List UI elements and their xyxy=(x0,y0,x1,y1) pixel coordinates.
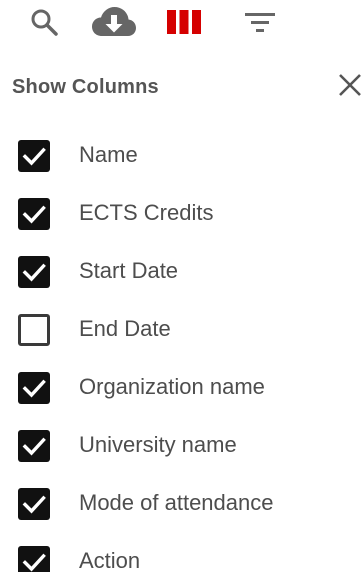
column-toggle-item[interactable]: University name xyxy=(0,416,361,474)
close-icon xyxy=(336,74,361,103)
table-toolbar xyxy=(0,0,361,46)
close-button[interactable] xyxy=(336,71,361,99)
checkbox-checked-icon[interactable] xyxy=(18,546,50,572)
column-toggle-item[interactable]: Action xyxy=(0,532,361,572)
column-toggle-item[interactable]: ECTS Credits xyxy=(0,184,361,242)
checkbox-checked-icon[interactable] xyxy=(18,256,50,288)
column-toggle-item[interactable]: Mode of attendance xyxy=(0,474,361,532)
column-label: Organization name xyxy=(79,374,265,399)
checkbox-checked-icon[interactable] xyxy=(18,140,50,172)
filter-button[interactable] xyxy=(240,4,280,40)
show-columns-popover: Show Columns Name ECTS Credits Start Dat… xyxy=(0,0,361,572)
column-label: Mode of attendance xyxy=(79,490,274,515)
search-button[interactable] xyxy=(24,4,64,40)
checkbox-checked-icon[interactable] xyxy=(18,430,50,462)
checkbox-checked-icon[interactable] xyxy=(18,372,50,404)
column-label: End Date xyxy=(79,316,171,341)
checkbox-unchecked-icon[interactable] xyxy=(18,314,50,346)
cloud-download-icon xyxy=(91,5,137,39)
checkbox-checked-icon[interactable] xyxy=(18,198,50,230)
view-columns-button[interactable] xyxy=(164,4,204,40)
column-toggle-item[interactable]: Organization name xyxy=(0,358,361,416)
download-button[interactable] xyxy=(91,4,137,40)
column-toggle-item[interactable]: Start Date xyxy=(0,242,361,300)
column-label: University name xyxy=(79,432,237,457)
column-toggle-item[interactable]: Name xyxy=(0,126,361,184)
filter-icon xyxy=(245,9,275,35)
column-label: ECTS Credits xyxy=(79,200,214,225)
column-toggle-item[interactable]: End Date xyxy=(0,300,361,358)
column-label: Action xyxy=(79,548,141,572)
column-label: Name xyxy=(79,142,138,167)
column-label: Start Date xyxy=(79,258,179,283)
column-toggle-list: Name ECTS Credits Start Date End Date Or… xyxy=(0,126,361,572)
view-columns-icon xyxy=(167,9,201,35)
search-icon xyxy=(29,7,59,37)
checkbox-checked-icon[interactable] xyxy=(18,488,50,520)
panel-title: Show Columns xyxy=(12,76,159,98)
